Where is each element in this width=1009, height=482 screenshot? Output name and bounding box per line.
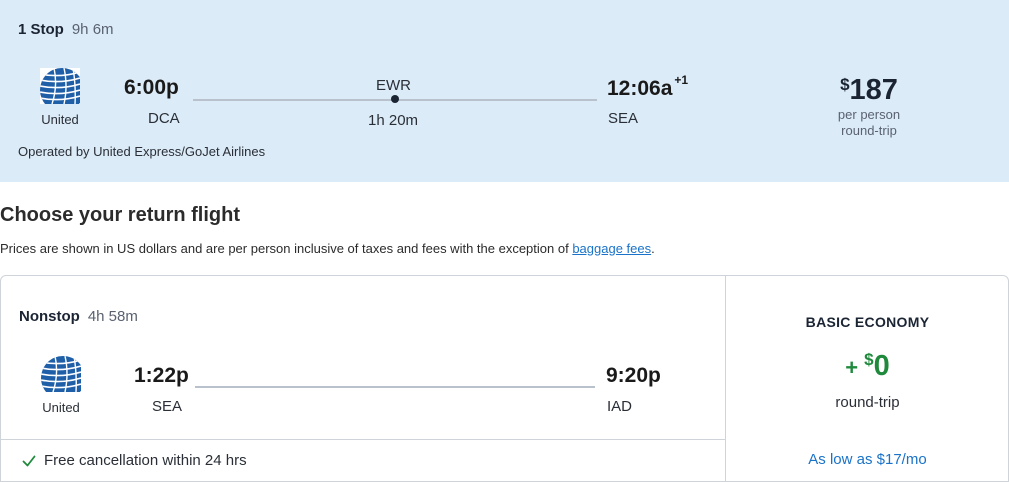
return-arrive-code: IAD <box>607 398 633 415</box>
outbound-layover-dot <box>391 95 399 103</box>
outbound-price-value: 187 <box>849 74 898 106</box>
outbound-duration: 9h 6m <box>71 21 114 38</box>
card-divider-horizontal <box>0 439 726 440</box>
outbound-depart-code: DCA <box>148 110 180 127</box>
fare-price-currency: $ <box>864 350 874 369</box>
outbound-price-line1: per person <box>837 107 901 122</box>
return-airline: United <box>31 356 91 415</box>
price-notice-end: . <box>651 241 655 256</box>
outbound-price-currency: $ <box>840 75 850 94</box>
outbound-airline-name: United <box>41 112 79 127</box>
return-arrive-time: 9:20p <box>606 364 661 387</box>
outbound-stops: 1 Stop <box>18 21 64 38</box>
cabin-class: BASIC ECONOMY <box>805 314 930 330</box>
return-depart-time: 1:22p <box>134 364 189 387</box>
return-duration: 4h 58m <box>87 308 138 325</box>
fare-price-button[interactable]: + $0 <box>726 350 1009 383</box>
baggage-fees-link[interactable]: baggage fees <box>572 241 651 256</box>
outbound-stop-summary: 1 Stop 9h 6m <box>18 21 114 38</box>
outbound-layover-code: EWR <box>376 77 411 94</box>
return-airline-name: United <box>42 400 80 415</box>
outbound-arrive-time-text: 12:06a <box>607 77 673 100</box>
return-route-line <box>195 386 595 388</box>
return-stop-summary: Nonstop 4h 58m <box>19 308 138 325</box>
return-heading: Choose your return flight <box>0 204 240 226</box>
outbound-arrive-code: SEA <box>608 110 639 127</box>
outbound-price-line2: round-trip <box>841 123 897 138</box>
price-notice: Prices are shown in US dollars and are p… <box>0 241 655 256</box>
fare-price-value: 0 <box>873 350 890 382</box>
price-notice-text: Prices are shown in US dollars and are p… <box>0 241 573 256</box>
outbound-arrive-time: 12:06a +1 <box>607 73 689 101</box>
outbound-depart-time-text: 6:00p <box>124 76 179 99</box>
outbound-operated-by: Operated by United Express/GoJet Airline… <box>18 144 266 159</box>
outbound-airline: United <box>30 68 90 127</box>
free-cancellation-text: Free cancellation within 24 hrs <box>44 452 247 469</box>
check-icon <box>22 455 36 466</box>
return-depart-code: SEA <box>152 398 183 415</box>
free-cancellation: Free cancellation within 24 hrs <box>22 452 247 469</box>
united-globe-logo-icon <box>40 68 80 104</box>
outbound-price: $187 per person round-trip <box>818 74 920 139</box>
return-stops: Nonstop <box>19 308 80 325</box>
outbound-day-offset: +1 <box>674 73 689 87</box>
monthly-payment-link[interactable]: As low as $17/mo <box>726 451 1009 468</box>
fare-price-sub: round-trip <box>835 394 900 411</box>
outbound-layover-duration: 1h 20m <box>368 112 419 129</box>
fare-price-prefix: + <box>845 355 859 380</box>
united-globe-logo-icon <box>41 356 81 392</box>
outbound-depart-time: 6:00p <box>124 76 179 100</box>
